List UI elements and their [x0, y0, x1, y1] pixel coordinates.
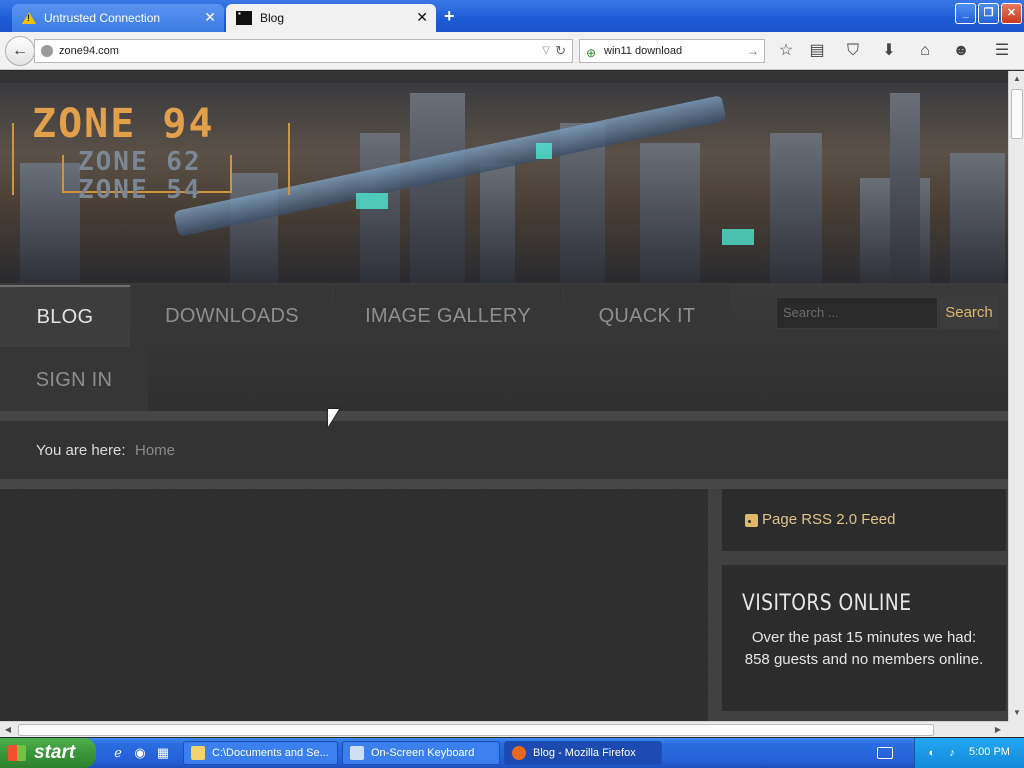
- back-button[interactable]: ←: [5, 36, 35, 66]
- task-explorer[interactable]: C:\Documents and Se...: [183, 741, 338, 765]
- tab-blog[interactable]: Blog ✕: [226, 4, 436, 32]
- nav-blog[interactable]: BLOG: [0, 285, 130, 347]
- site-banner[interactable]: ZONE 94 ZONE 62 ZONE 54: [0, 83, 1008, 283]
- ie-quicklaunch-icon[interactable]: ℯ: [110, 745, 126, 761]
- mouse-cursor-icon: [328, 409, 339, 427]
- web-page: ZONE 94 ZONE 62 ZONE 54 BLOG DOWNLOADS I…: [0, 71, 1008, 721]
- firefox-quicklaunch-icon[interactable]: ◉: [132, 745, 148, 761]
- site-favicon: [236, 9, 252, 25]
- system-tray: ◐ ♪ 5:00 PM: [914, 738, 1024, 768]
- scroll-up-arrow-icon[interactable]: ▲: [1009, 71, 1024, 87]
- maximize-button[interactable]: ❐: [978, 3, 999, 24]
- task-firefox[interactable]: Blog - Mozilla Firefox: [504, 741, 662, 765]
- task-label: On-Screen Keyboard: [371, 747, 475, 759]
- tab-untrusted-connection[interactable]: Untrusted Connection ✕: [12, 4, 224, 32]
- building-shape: [890, 93, 920, 283]
- building-shape: [480, 163, 515, 283]
- reading-list-icon[interactable]: ▤: [807, 41, 827, 61]
- section-divider: [0, 411, 1008, 421]
- neon-sign-shape: [536, 143, 552, 159]
- search-go-icon[interactable]: →: [747, 40, 759, 62]
- search-engine-icon[interactable]: ⊕: [586, 42, 596, 64]
- browser-navbar: ← zone94.com ▽ ↻ ⊕ win11 download → ☆ ▤ …: [0, 32, 1024, 70]
- breadcrumb-label: You are here:: [36, 442, 126, 459]
- tab-label: Untrusted Connection: [44, 11, 161, 25]
- site-logo-sub: ZONE 54: [78, 175, 202, 205]
- rss-widget[interactable]: Page RSS 2.0 Feed: [722, 489, 1006, 551]
- url-bar[interactable]: zone94.com ▽ ↻: [34, 39, 573, 63]
- site-search-button[interactable]: Search: [940, 297, 998, 329]
- windows-flag-icon: [8, 745, 26, 761]
- media-quicklaunch-icon[interactable]: ▦: [155, 745, 171, 761]
- nav-image-gallery[interactable]: IMAGE GALLERY: [334, 285, 562, 347]
- section-divider: [0, 479, 1008, 489]
- task-label: Blog - Mozilla Firefox: [533, 747, 636, 759]
- rss-feed-link[interactable]: Page RSS 2.0 Feed: [762, 511, 895, 528]
- reload-icon[interactable]: ↻: [555, 40, 566, 62]
- breadcrumb-home-link[interactable]: Home: [135, 442, 175, 459]
- building-shape: [410, 93, 465, 283]
- firefox-icon: [512, 746, 526, 760]
- building-shape: [770, 133, 822, 283]
- visitors-widget: VISITORS ONLINE Over the past 15 minutes…: [722, 565, 1006, 711]
- building-shape: [640, 143, 700, 283]
- scrollbar-corner: [1008, 721, 1024, 737]
- keyboard-icon: [350, 746, 364, 760]
- volume-icon[interactable]: ♪: [945, 746, 959, 760]
- globe-icon: [41, 45, 53, 57]
- task-label: C:\Documents and Se...: [212, 747, 329, 759]
- clock[interactable]: 5:00 PM: [969, 746, 1010, 758]
- search-query-text: win11 download: [604, 45, 683, 57]
- url-text: zone94.com: [59, 45, 119, 57]
- keyboard-tray-icon[interactable]: [877, 747, 893, 759]
- horizontal-scrollbar[interactable]: ◀ ▶: [0, 721, 1008, 737]
- start-label: start: [34, 742, 76, 763]
- close-icon[interactable]: ✕: [204, 9, 216, 26]
- main-navigation: BLOG DOWNLOADS IMAGE GALLERY QUACK IT SI…: [0, 283, 1008, 411]
- pocket-icon[interactable]: ⛉: [843, 41, 863, 61]
- vertical-scrollbar[interactable]: ▲ ▼: [1008, 71, 1024, 721]
- site-logo-sub: ZONE 62: [78, 147, 202, 177]
- scrollbar-thumb[interactable]: [1011, 89, 1023, 139]
- neon-sign-shape: [356, 193, 388, 209]
- minimize-button[interactable]: _: [955, 3, 976, 24]
- neon-sign-shape: [722, 229, 754, 245]
- dropdown-arrow-icon[interactable]: ▽: [542, 40, 550, 62]
- nav-quack-it[interactable]: QUACK IT: [564, 285, 730, 347]
- browser-search-bar[interactable]: ⊕ win11 download →: [579, 39, 765, 63]
- site-logo[interactable]: ZONE 94: [32, 101, 215, 147]
- rss-icon: [745, 514, 758, 527]
- menu-icon[interactable]: ☰: [992, 41, 1012, 61]
- visitors-text: Over the past 15 minutes we had: 858 gue…: [744, 629, 984, 668]
- scrollbar-thumb[interactable]: [18, 724, 934, 736]
- visitors-title: VISITORS ONLINE: [742, 591, 912, 616]
- scroll-left-arrow-icon[interactable]: ◀: [0, 722, 16, 738]
- downloads-icon[interactable]: ⬇: [879, 41, 899, 61]
- network-icon[interactable]: ◐: [925, 746, 939, 760]
- scroll-down-arrow-icon[interactable]: ▼: [1009, 705, 1024, 721]
- tab-label: Blog: [260, 11, 285, 25]
- breadcrumb: You are here: Home: [0, 421, 1008, 479]
- nav-sign-in[interactable]: SIGN IN: [0, 349, 148, 411]
- site-search-input[interactable]: Search ...: [776, 297, 938, 329]
- home-icon[interactable]: ⌂: [915, 41, 935, 61]
- chat-icon[interactable]: ☻: [951, 41, 971, 61]
- scroll-right-arrow-icon[interactable]: ▶: [990, 722, 1006, 738]
- browser-titlebar: Untrusted Connection ✕ Blog ✕ + _ ❐ ✕: [0, 0, 1024, 32]
- task-on-screen-keyboard[interactable]: On-Screen Keyboard: [342, 741, 500, 765]
- new-tab-button[interactable]: +: [444, 6, 455, 27]
- main-content-area: [0, 489, 708, 721]
- start-button[interactable]: start: [0, 738, 96, 768]
- close-icon[interactable]: ✕: [416, 9, 428, 26]
- close-window-button[interactable]: ✕: [1001, 3, 1022, 24]
- windows-taskbar: start ℯ ◉ ▦ C:\Documents and Se... On-Sc…: [0, 738, 1024, 768]
- bookmark-star-icon[interactable]: ☆: [776, 41, 796, 61]
- folder-icon: [191, 746, 205, 760]
- nav-downloads[interactable]: DOWNLOADS: [132, 285, 332, 347]
- building-shape: [950, 153, 1005, 283]
- warning-icon: [22, 12, 36, 24]
